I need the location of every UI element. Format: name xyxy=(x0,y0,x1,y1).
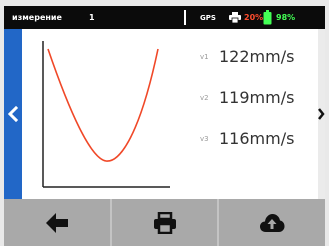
upload-button[interactable] xyxy=(219,199,325,246)
gps-indicator: GPS xyxy=(200,14,216,22)
arrow-left-icon xyxy=(45,212,68,233)
battery-level: 98% xyxy=(276,13,296,22)
readout-v3: v3 116mm/s xyxy=(200,128,320,152)
status-divider xyxy=(184,10,186,25)
mode-label: измерение xyxy=(12,13,62,22)
status-bar: измерение 1 GPS 20% 98% xyxy=(4,6,325,29)
action-bar xyxy=(4,199,325,246)
print-level: 20% xyxy=(244,13,264,22)
waveform-curve xyxy=(47,48,159,162)
battery-icon xyxy=(263,10,272,25)
readout-tag: v2 xyxy=(200,94,209,102)
chevron-left-icon xyxy=(8,106,18,122)
prev-page-button[interactable] xyxy=(4,29,22,199)
readout-value: 119mm/s xyxy=(219,88,295,107)
waveform-plot xyxy=(42,39,172,189)
readout-value: 116mm/s xyxy=(219,129,295,148)
readout-v2: v2 119mm/s xyxy=(200,87,320,111)
readout-tag: v3 xyxy=(200,135,209,143)
readout-value: 122mm/s xyxy=(219,47,295,66)
device-screen: измерение 1 GPS 20% 98% v1 122mm/s v2 11… xyxy=(4,6,325,246)
measurement-number: 1 xyxy=(89,13,95,22)
back-button[interactable] xyxy=(4,199,112,246)
velocity-readouts: v1 122mm/s v2 119mm/s v3 116mm/s xyxy=(200,46,320,169)
readout-v1: v1 122mm/s xyxy=(200,46,320,70)
printer-icon xyxy=(153,211,176,234)
cloud-upload-icon xyxy=(260,213,285,232)
printer-status-icon xyxy=(229,12,241,23)
print-button[interactable] xyxy=(112,199,220,246)
readout-tag: v1 xyxy=(200,53,209,61)
